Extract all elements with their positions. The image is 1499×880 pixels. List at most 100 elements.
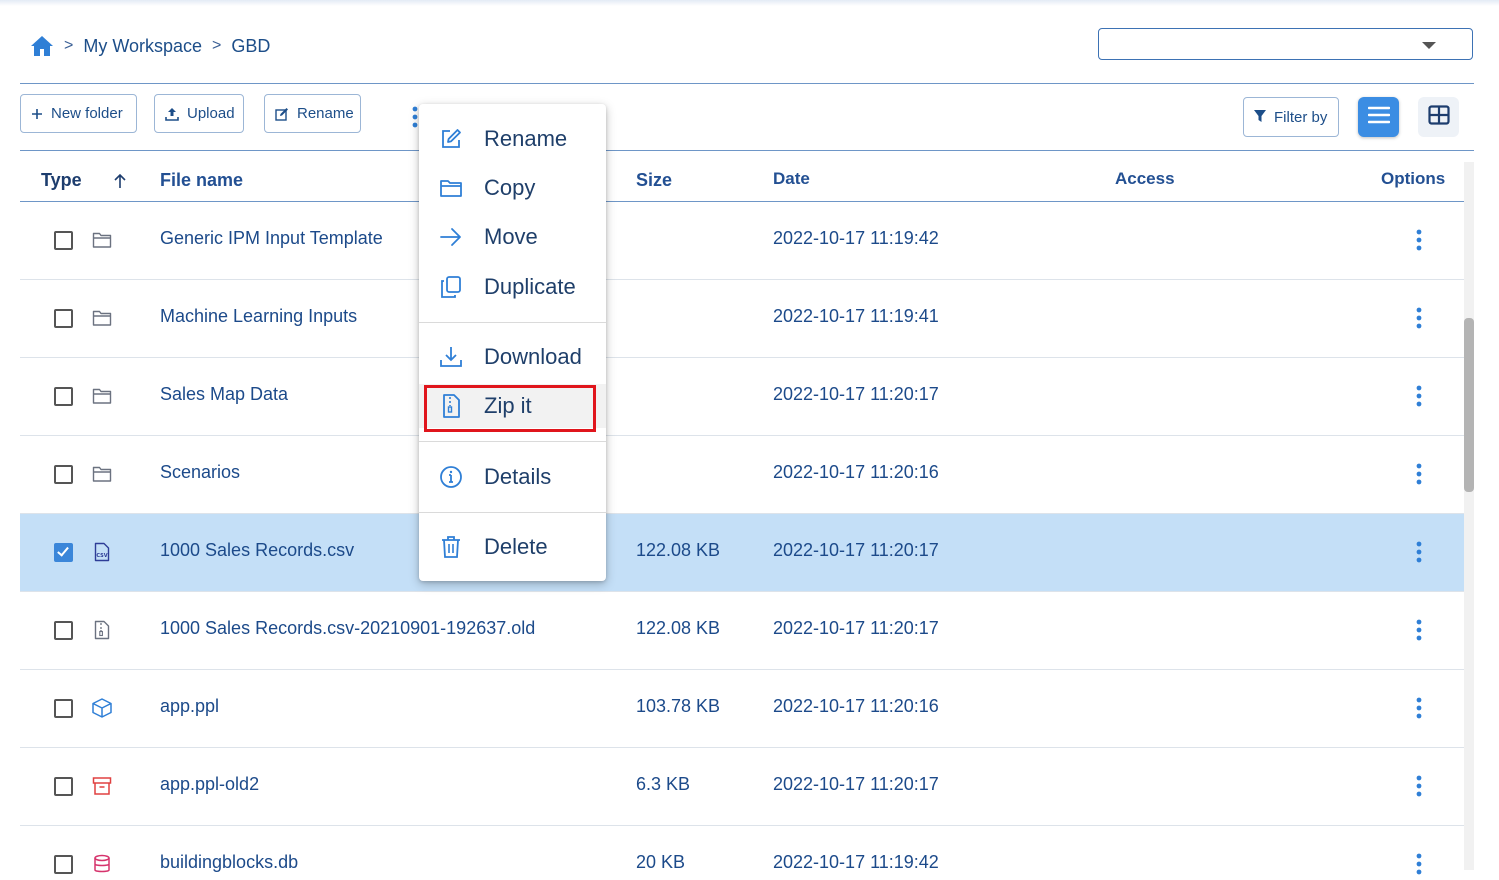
upload-button[interactable]: Upload [154, 94, 244, 133]
header-size[interactable]: Size [636, 170, 672, 191]
edit-icon [275, 107, 289, 121]
header-type[interactable]: Type [41, 170, 126, 191]
archive-box-icon [91, 775, 113, 797]
row-options-icon[interactable] [1412, 461, 1426, 487]
menu-label: Details [484, 464, 552, 489]
file-name-link[interactable]: app.ppl-old2 [160, 774, 259, 795]
grid-view-button[interactable] [1418, 97, 1459, 137]
file-name-link[interactable]: 1000 Sales Records.csv [160, 540, 354, 561]
menu-separator [419, 512, 606, 513]
row-options-icon[interactable] [1412, 383, 1426, 409]
menu-item-details[interactable]: Details [419, 455, 606, 499]
breadcrumb-my-workspace[interactable]: My Workspace [83, 36, 202, 57]
divider [20, 83, 1474, 84]
file-date: 2022-10-17 11:19:41 [773, 306, 939, 326]
table-header: Type File name Size Date Access Options [20, 160, 1464, 202]
file-name-link[interactable]: Generic IPM Input Template [160, 228, 383, 249]
row-checkbox[interactable] [54, 855, 73, 874]
menu-item-delete[interactable]: Delete [419, 525, 606, 569]
table-row[interactable]: app.ppl 103.78 KB 2022-10-17 11:20:16 [20, 670, 1464, 748]
workspace-select[interactable] [1098, 28, 1473, 60]
list-view-button[interactable] [1358, 97, 1399, 137]
sort-ascending-icon[interactable] [113, 173, 127, 194]
breadcrumb-gbd[interactable]: GBD [231, 36, 270, 57]
table-row[interactable]: 1000 Sales Records.csv-20210901-192637.o… [20, 592, 1464, 670]
cube-icon [91, 697, 113, 719]
file-name-link[interactable]: Scenarios [160, 462, 240, 483]
menu-item-download[interactable]: Download [419, 335, 606, 379]
row-options-icon[interactable] [1412, 695, 1426, 721]
file-date: 2022-10-17 11:20:16 [773, 462, 939, 482]
table-row[interactable]: Sales Map Data 2022-10-17 11:20:17 [20, 358, 1464, 436]
header-access[interactable]: Access [1115, 169, 1175, 189]
file-size: 122.08 KB [636, 540, 721, 560]
file-name-link[interactable]: buildingblocks.db [160, 852, 298, 873]
table-row[interactable]: Generic IPM Input Template 2022-10-17 11:… [20, 202, 1464, 280]
file-name-link[interactable]: Machine Learning Inputs [160, 306, 357, 327]
file-date: 2022-10-17 11:19:42 [773, 228, 939, 248]
folder-icon [438, 175, 464, 201]
row-options-icon[interactable] [1412, 305, 1426, 331]
context-menu: Rename Copy Move Duplicate Download Zip … [419, 104, 606, 581]
divider [20, 150, 1474, 151]
file-date: 2022-10-17 11:19:42 [773, 852, 939, 872]
upload-icon [165, 107, 179, 121]
archive-file-icon [91, 619, 113, 641]
row-options-icon[interactable] [1412, 539, 1426, 565]
row-checkbox[interactable] [54, 621, 73, 640]
file-date: 2022-10-17 11:20:17 [773, 774, 939, 794]
row-options-icon[interactable] [1412, 617, 1426, 643]
plus-icon [31, 108, 43, 120]
csv-file-icon: CSV [91, 541, 113, 563]
file-size: 20 KB [636, 852, 686, 872]
row-checkbox[interactable] [54, 465, 73, 484]
file-name-link[interactable]: app.ppl [160, 696, 219, 717]
row-checkbox[interactable] [54, 231, 73, 250]
file-date: 2022-10-17 11:20:17 [773, 540, 939, 560]
grid-icon [1427, 104, 1450, 130]
table-row[interactable]: CSV 1000 Sales Records.csv 122.08 KB 2022-1… [20, 514, 1464, 592]
menu-item-duplicate[interactable]: Duplicate [419, 265, 606, 309]
folder-icon [91, 463, 113, 485]
file-name-link[interactable]: 1000 Sales Records.csv-20210901-192637.o… [160, 618, 535, 639]
row-checkbox[interactable] [54, 777, 73, 796]
upload-label: Upload [187, 105, 235, 122]
filter-label: Filter by [1274, 108, 1328, 126]
row-options-icon[interactable] [1412, 773, 1426, 799]
rename-button[interactable]: Rename [264, 94, 361, 133]
table-row[interactable]: buildingblocks.db 20 KB 2022-10-17 11:19:4… [20, 826, 1464, 880]
row-options-icon[interactable] [1412, 227, 1426, 253]
top-shadow [0, 0, 1499, 6]
edit-icon [438, 126, 464, 152]
file-manager-page: > My Workspace > GBD New folder Upload R… [0, 0, 1499, 880]
filter-icon [1254, 109, 1266, 126]
row-checkbox[interactable] [54, 699, 73, 718]
breadcrumb-separator: > [64, 37, 74, 54]
menu-label: Download [484, 344, 582, 369]
menu-label: Move [484, 224, 538, 249]
menu-item-rename[interactable]: Rename [419, 117, 606, 161]
header-file-name[interactable]: File name [160, 170, 243, 191]
row-checkbox[interactable] [54, 387, 73, 406]
scrollbar-track[interactable] [1464, 162, 1474, 870]
file-date: 2022-10-17 11:20:16 [773, 696, 939, 716]
menu-item-copy[interactable]: Copy [419, 166, 606, 210]
home-icon[interactable] [30, 34, 54, 58]
menu-item-move[interactable]: Move [419, 215, 606, 259]
trash-icon [438, 534, 464, 560]
header-date[interactable]: Date [773, 169, 810, 189]
folder-icon [91, 307, 113, 329]
row-options-icon[interactable] [1412, 851, 1426, 877]
scrollbar-thumb[interactable] [1464, 318, 1474, 492]
menu-label: Delete [484, 534, 548, 559]
table-row[interactable]: app.ppl-old2 6.3 KB 2022-10-17 11:20:17 [20, 748, 1464, 826]
file-date: 2022-10-17 11:20:17 [773, 384, 939, 404]
table-row[interactable]: Scenarios 2022-10-17 11:20:16 [20, 436, 1464, 514]
file-name-link[interactable]: Sales Map Data [160, 384, 288, 405]
filter-button[interactable]: Filter by [1243, 97, 1339, 137]
table-row[interactable]: Machine Learning Inputs 2022-10-17 11:19:… [20, 280, 1464, 358]
folder-icon [91, 229, 113, 251]
row-checkbox[interactable] [54, 309, 73, 328]
row-checkbox[interactable] [54, 543, 73, 562]
new-folder-button[interactable]: New folder [20, 94, 137, 133]
